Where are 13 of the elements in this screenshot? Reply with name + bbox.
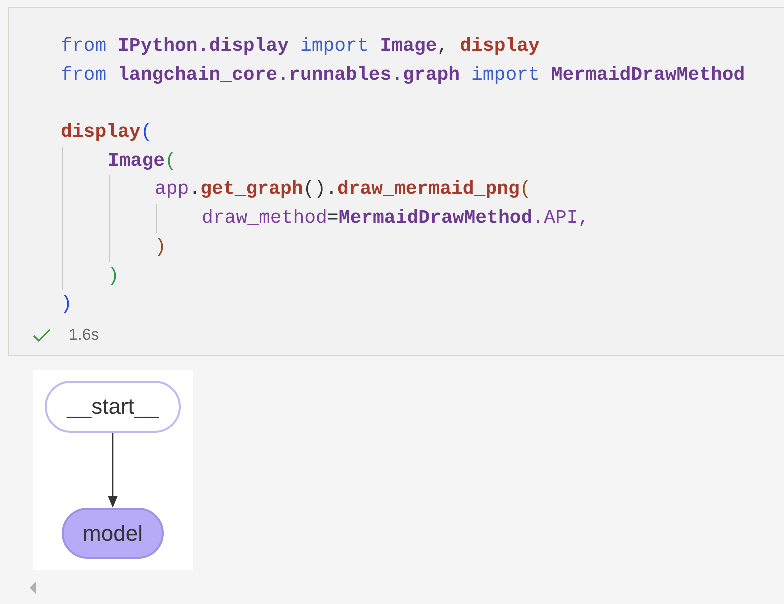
code-line: draw_method=MermaidDrawMethod.API, [202, 206, 590, 232]
code-line: app.get_graph().draw_mermaid_png( [155, 177, 532, 202]
code-line: display( [61, 120, 152, 146]
graph-node: model [62, 508, 164, 559]
code-line: from langchain_core.runnables.graph import MermaidDrawMethod [61, 62, 746, 88]
code-line: ) [61, 292, 72, 318]
code-line: from IPython.display import Image, display [61, 34, 540, 59]
execution-time: 1.6s [69, 326, 100, 346]
code-line: ) [108, 264, 120, 288]
scroll-left-icon [30, 582, 37, 594]
start-node: __start__ [45, 380, 181, 433]
code-line: ) [155, 234, 166, 260]
code-line: Image( [108, 148, 176, 174]
